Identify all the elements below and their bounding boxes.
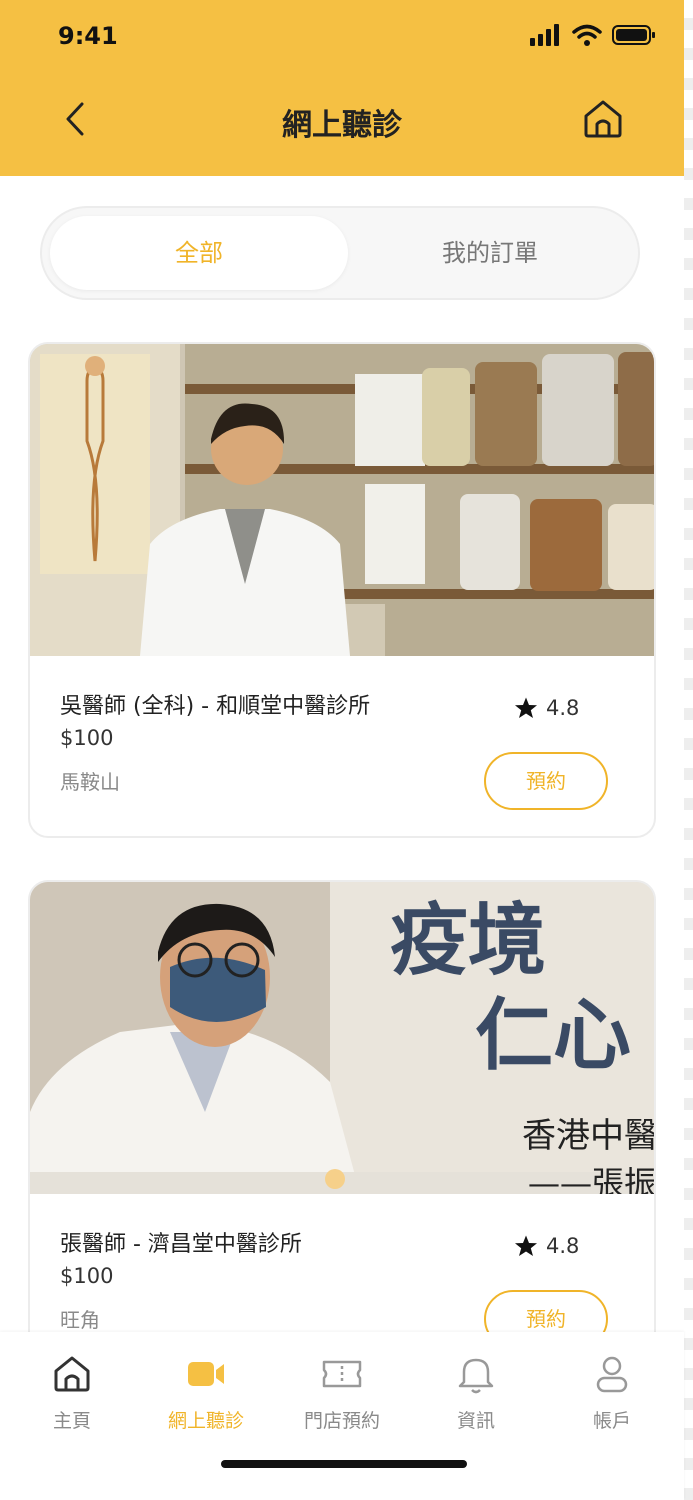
- doctor-name: 吳醫師 (全科) - 和順堂中醫診所: [60, 694, 371, 719]
- tabbar-label: 主頁: [52, 1410, 91, 1432]
- battery-icon: [612, 25, 655, 45]
- tabbar-label: 網上聽診: [167, 1410, 244, 1432]
- tabbar-item-news[interactable]: 資訊: [416, 1352, 536, 1442]
- status-time: 9:41: [58, 22, 118, 50]
- tabbar-item-home[interactable]: 主頁: [12, 1352, 132, 1442]
- user-icon: [596, 1356, 628, 1393]
- tabbar-item-online-consult[interactable]: 網上聽診: [146, 1352, 266, 1442]
- svg-text:疫境: 疫境: [390, 895, 546, 986]
- rating-value: 4.8: [546, 696, 580, 720]
- doctor-photo: 疫境 仁心 香港中醫 ——張振: [30, 882, 656, 1194]
- signal-icon: [530, 24, 559, 46]
- book-button[interactable]: 預約: [484, 752, 608, 810]
- tabbar-label: 帳戶: [592, 1410, 631, 1432]
- home-icon: [584, 100, 622, 138]
- video-icon: [188, 1362, 224, 1386]
- tabbar-label: 門店預約: [303, 1410, 380, 1432]
- doctor-card[interactable]: 疫境 仁心 香港中醫 ——張振 張醫師 - 濟昌堂中醫診所 $100 旺角 4.…: [28, 880, 656, 1360]
- tab-all[interactable]: 全部: [50, 208, 348, 298]
- tab-bar: 主頁 網上聽診 門店預約 資訊 帳戶: [0, 1332, 684, 1500]
- star-icon: [515, 1235, 537, 1256]
- doctor-name: 張醫師 - 濟昌堂中醫診所: [60, 1232, 302, 1257]
- wifi-icon: [572, 24, 602, 46]
- tabbar-item-store-booking[interactable]: 門店預約: [282, 1352, 402, 1442]
- status-icons: [530, 24, 656, 46]
- edge-stripe: [684, 0, 693, 1500]
- rating: 4.8: [514, 1234, 579, 1258]
- bell-icon: [458, 1358, 494, 1394]
- tabbar-label: 資訊: [456, 1410, 495, 1432]
- rating: 4.8: [514, 696, 579, 720]
- svg-text:香港中醫: 香港中醫: [522, 1116, 656, 1156]
- home-button[interactable]: [580, 96, 626, 142]
- rating-value: 4.8: [546, 1234, 580, 1258]
- svg-text:仁心: 仁心: [475, 990, 631, 1081]
- star-icon: [515, 697, 537, 718]
- doctor-location: 旺角: [60, 1308, 100, 1332]
- segmented-control: 全部 我的訂單: [40, 206, 640, 300]
- doctor-price: $100: [60, 1264, 114, 1288]
- svg-text:——張振: ——張振: [528, 1164, 656, 1194]
- tab-my-orders[interactable]: 我的訂單: [342, 208, 638, 298]
- ticket-icon: [322, 1360, 362, 1388]
- home-indicator: [221, 1460, 467, 1468]
- doctor-photo: [30, 344, 654, 656]
- home-icon: [54, 1356, 90, 1392]
- header-bar: 9:41 網上聽診: [0, 0, 684, 176]
- doctor-price: $100: [60, 726, 114, 750]
- doctor-location: 馬鞍山: [60, 770, 120, 794]
- doctor-card[interactable]: 吳醫師 (全科) - 和順堂中醫診所 $100 馬鞍山 4.8 預約: [28, 342, 656, 838]
- tabbar-item-account[interactable]: 帳戶: [552, 1352, 672, 1442]
